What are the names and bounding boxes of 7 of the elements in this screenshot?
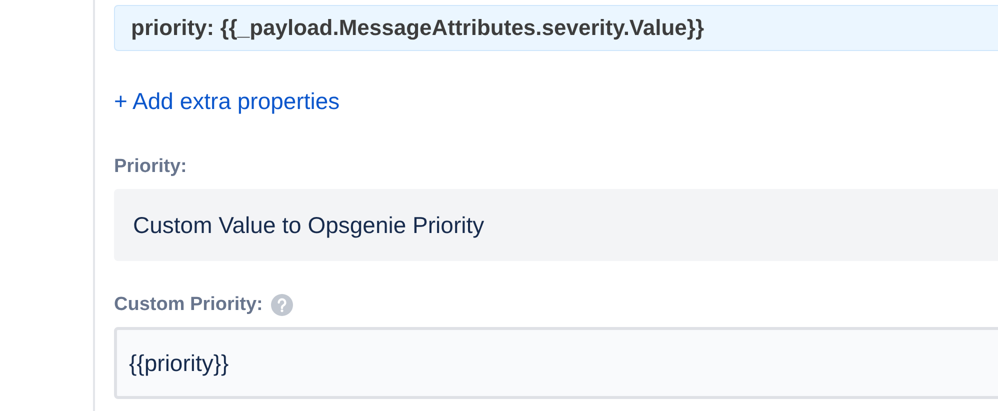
properties-field[interactable]: priority: {{_payload.MessageAttributes.severity.Value}} [114,5,998,51]
custom-priority-field[interactable]: {{priority}} [114,327,998,399]
help-icon[interactable] [270,294,293,316]
field-label: Priority: [114,156,187,178]
priority-select[interactable]: Custom Value to Opsgenie Priority [114,189,998,261]
field-label: Custom Priority: [114,294,263,316]
add-properties-link[interactable]: + Add extra properties [114,88,340,115]
